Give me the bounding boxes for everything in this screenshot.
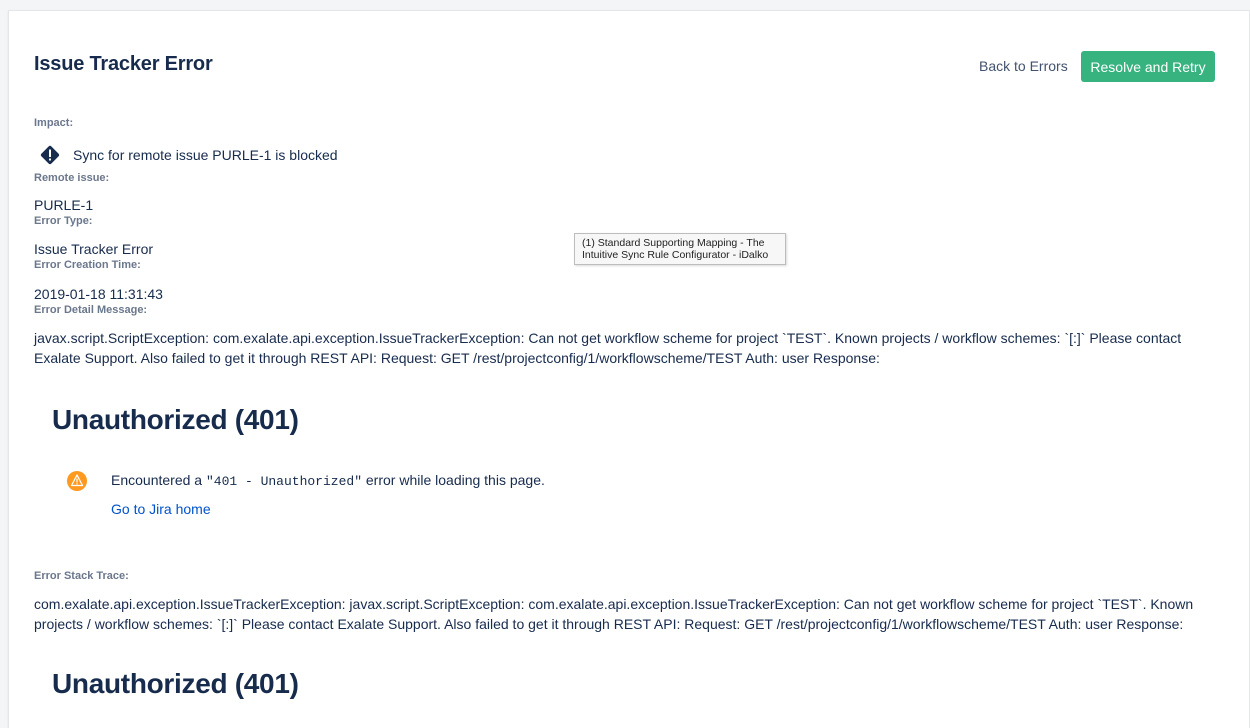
encountered-prefix: Encountered a: [111, 472, 206, 488]
remote-issue-label: Remote issue:: [34, 172, 110, 184]
back-to-errors-link[interactable]: Back to Errors: [979, 58, 1068, 74]
browser-tooltip: (1) Standard Supporting Mapping - The In…: [574, 233, 786, 265]
tooltip-line-1: (1) Standard Supporting Mapping - The: [582, 237, 765, 249]
remote-issue-value: PURLE-1: [34, 197, 94, 213]
creation-time-value: 2019-01-18 11:31:43: [34, 286, 163, 302]
impact-text: Sync for remote issue PURLE-1 is blocked: [73, 147, 338, 163]
tooltip-line-2: Intuitive Sync Rule Configurator - iDalk…: [582, 249, 769, 261]
error-type-label: Error Type:: [34, 215, 93, 227]
error-type-value: Issue Tracker Error: [34, 241, 154, 257]
page-title: Issue Tracker Error: [34, 53, 213, 75]
impact-label: Impact:: [34, 117, 74, 129]
resolve-and-retry-button[interactable]: Resolve and Retry: [1081, 51, 1215, 82]
go-to-jira-home-link[interactable]: Go to Jira home: [111, 501, 211, 517]
impact-row: Sync for remote issue PURLE-1 is blocked: [39, 144, 338, 166]
warning-icon: [66, 470, 88, 497]
unauthorized-heading: Unauthorized (401): [52, 404, 299, 435]
detail-message-text: javax.script.ScriptException: com.exalat…: [34, 330, 1182, 366]
creation-time-label: Error Creation Time:: [34, 259, 141, 271]
encountered-suffix: error while loading this page.: [362, 472, 545, 488]
detail-message-label: Error Detail Message:: [34, 304, 148, 316]
blocked-diamond-icon: [39, 144, 61, 166]
encountered-message: Encountered a "401 - Unauthorized" error…: [111, 472, 545, 489]
stack-trace-label: Error Stack Trace:: [34, 570, 129, 582]
stack-trace-text: com.exalate.api.exception.IssueTrackerEx…: [34, 596, 1194, 632]
error-detail-card: Issue Tracker Error Back to Errors Resol…: [8, 10, 1250, 728]
stack-unauthorized-heading: Unauthorized (401): [52, 668, 299, 699]
error-code: "401 - Unauthorized": [205, 474, 362, 489]
